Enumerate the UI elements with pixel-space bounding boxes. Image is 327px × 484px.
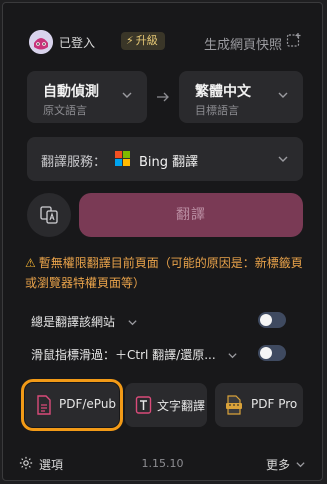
- chevron-down-icon: [228, 353, 238, 359]
- more-menu-button[interactable]: 更多: [266, 456, 290, 473]
- extension-popup: 已登入 ⚡ 升級 生成網頁快照 自動偵測 原文語言 繁體中文 目標語言 翻譯服務：…: [2, 2, 323, 481]
- service-name: Bing 翻譯: [139, 155, 199, 170]
- text-translate-icon: [135, 396, 152, 414]
- target-language-caption: 目標語言: [195, 104, 239, 117]
- always-translate-toggle[interactable]: [258, 312, 286, 328]
- permission-warning: ⚠ 暫無權限翻譯目前頁面（可能的原因是：新標籤頁或瀏覽器特權頁面等）: [25, 253, 307, 293]
- translate-button[interactable]: 翻譯: [79, 193, 303, 237]
- warning-icon: ⚠: [25, 256, 36, 270]
- arrow-right-icon: [157, 92, 169, 102]
- microsoft-logo-icon: [115, 151, 130, 166]
- text-translate-button[interactable]: 文字翻譯: [125, 383, 207, 427]
- upgrade-button[interactable]: ⚡ 升級: [121, 32, 165, 50]
- lightning-icon: ⚡: [126, 34, 134, 47]
- pdf-epub-button[interactable]: PDF/ePub: [21, 379, 123, 431]
- upgrade-label: 升級: [135, 34, 158, 47]
- display-mode-button[interactable]: [27, 193, 71, 237]
- chevron-down-icon: [278, 92, 288, 98]
- header: 已登入 ⚡ 升級 生成網頁快照: [25, 27, 302, 57]
- target-language-select[interactable]: 繁體中文 目標語言: [179, 71, 303, 123]
- pdf-pro-button[interactable]: PDF Pro: [215, 383, 303, 427]
- translation-service-select[interactable]: 翻譯服務： Bing 翻譯: [27, 137, 303, 181]
- source-language-name: 自動偵測: [43, 84, 99, 100]
- source-language-caption: 原文語言: [43, 104, 87, 117]
- text-translate-label: 文字翻譯: [157, 399, 206, 413]
- target-language-name: 繁體中文: [195, 84, 251, 100]
- pdf-pro-icon: [226, 395, 242, 415]
- service-label: 翻譯服務：: [41, 155, 107, 170]
- snapshot-icon[interactable]: [286, 32, 302, 48]
- avatar-face-icon: [29, 30, 53, 54]
- chevron-down-icon: [128, 320, 137, 326]
- footer: 選項 1.15.10 更多: [3, 443, 322, 483]
- login-status: 已登入: [59, 36, 96, 50]
- always-translate-label: 總是翻譯該網站: [31, 315, 116, 329]
- warning-text: 暫無權限翻譯目前頁面（可能的原因是：新標籤頁或瀏覽器特權頁面等）: [25, 256, 303, 290]
- bilingual-icon: [40, 206, 58, 224]
- user-avatar[interactable]: [29, 30, 53, 54]
- snapshot-button[interactable]: 生成網頁快照: [204, 34, 282, 53]
- pdf-file-icon: [37, 395, 51, 415]
- hover-translate-label: 滑鼠指標滑過：＋Ctrl 翻譯/還原...: [31, 348, 216, 362]
- hover-translate-toggle[interactable]: [258, 345, 286, 361]
- chevron-down-icon: [296, 462, 305, 468]
- chevron-down-icon: [278, 156, 288, 162]
- source-language-select[interactable]: 自動偵測 原文語言: [27, 71, 147, 123]
- always-translate-option[interactable]: 總是翻譯該網站: [31, 313, 138, 330]
- pdf-pro-label: PDF Pro: [251, 397, 298, 411]
- pdf-epub-label: PDF/ePub: [59, 397, 117, 411]
- hover-translate-option[interactable]: 滑鼠指標滑過：＋Ctrl 翻譯/還原...: [31, 346, 238, 363]
- chevron-down-icon: [122, 92, 132, 98]
